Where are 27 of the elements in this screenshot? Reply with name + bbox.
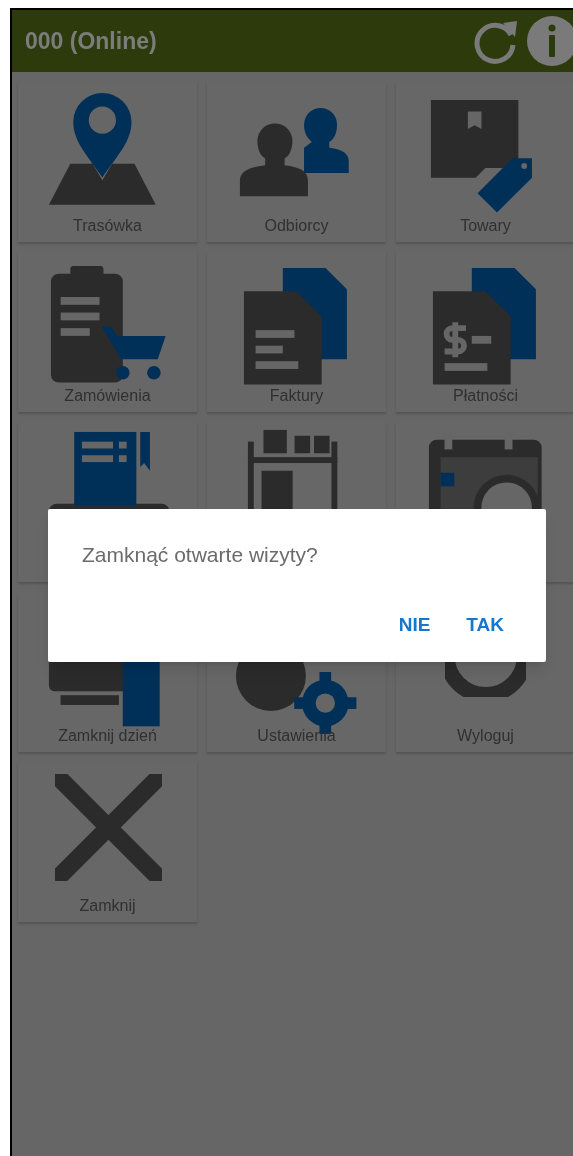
clipboard-cart-icon [49,263,168,385]
menu-tile[interactable]: Trasówka [18,82,197,242]
tile-label: Wyloguj [456,726,515,746]
tile-label: Towary [459,216,512,236]
documents-dollar-icon [431,265,538,387]
map-pin-icon [47,90,158,207]
tile-label: Ustawienia [256,726,337,746]
menu-tile[interactable]: Faktury [207,252,386,412]
info-icon[interactable] [527,16,573,66]
close-icon [55,773,162,881]
menu-tile[interactable]: Zamknij [18,762,197,922]
tile-label: Faktury [268,386,325,406]
menu-tile[interactable]: Zamówienia [18,252,197,412]
dialog-message: Zamknąć otwarte wizyty? [82,542,318,568]
menu-tile[interactable]: Towary [396,82,573,242]
tile-label: Zamówienia [63,386,152,406]
tile-label: Trasówka [72,216,143,236]
box-tag-icon [429,97,535,215]
tile-label: Płatności [452,386,519,406]
documents-icon [242,265,349,387]
menu-tile[interactable]: Odbiorcy [207,82,386,242]
people-icon [238,106,351,199]
tile-label: Odbiorcy [263,216,330,236]
tile-label: Zamknij [78,896,137,916]
menu-tile[interactable]: Płatności [396,252,573,412]
header-title: 000 (Online) [25,26,157,56]
dialog-button[interactable]: TAK [452,605,518,646]
